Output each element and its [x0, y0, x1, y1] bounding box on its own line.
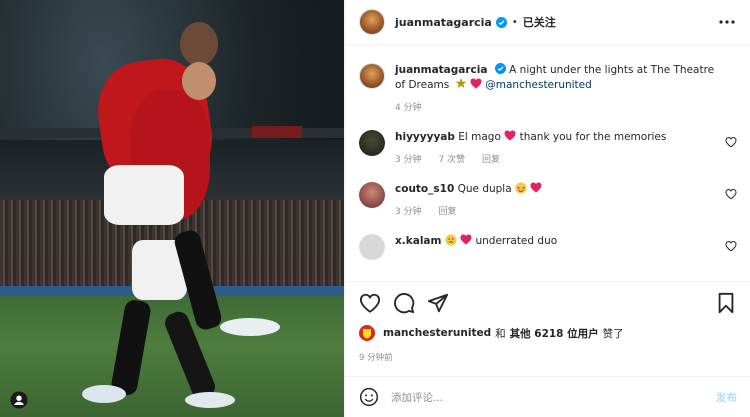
verified-badge-icon — [495, 16, 507, 28]
emoji-picker-icon[interactable] — [359, 387, 379, 407]
star-struck-emoji-icon — [515, 182, 527, 194]
comment-text: El mago — [458, 131, 501, 143]
red-heart-emoji-icon — [460, 234, 472, 245]
comment-input[interactable]: 添加评论... — [391, 390, 443, 405]
likes-summary: manchesterunited 和 其他 6218 位用户 赞了 — [359, 325, 624, 341]
post-side-panel: juanmatagarcia • 已关注 juanmatagarcia A ni… — [344, 0, 750, 417]
scoreboard — [252, 126, 302, 138]
comment-text: Que dupla — [457, 183, 512, 195]
more-options-button[interactable] — [718, 13, 736, 31]
action-bar — [345, 281, 750, 323]
avatar[interactable] — [359, 9, 385, 35]
comment-text: thank you for the memories — [519, 131, 667, 143]
caption-username[interactable]: juanmatagarcia — [395, 64, 487, 76]
red-heart-emoji-icon — [504, 130, 516, 141]
likes-conj: 和 — [495, 327, 506, 340]
more-dots-icon — [719, 20, 735, 24]
star-emoji-icon — [455, 78, 466, 88]
player-boot — [185, 392, 235, 408]
comment-item: couto_s10 Que dupla 3 分钟 回复 — [359, 182, 737, 220]
comment-username[interactable]: couto_s10 — [395, 183, 454, 195]
caption-time: 4 分钟 — [395, 103, 422, 113]
comment-username[interactable]: x.kalam — [395, 235, 441, 247]
manchester-united-crest-icon[interactable] — [359, 325, 375, 341]
caption: juanmatagarcia A night under the lights … — [359, 63, 737, 116]
player-boot — [220, 318, 280, 336]
player-head — [182, 62, 216, 100]
mention-link[interactable]: @manchesterunited — [485, 79, 592, 91]
comment-item: x.kalam underrated duo — [359, 234, 737, 260]
reply-button[interactable]: 回复 — [438, 207, 456, 217]
separator-dot: • — [511, 16, 518, 28]
comments-area[interactable]: juanmatagarcia A night under the lights … — [345, 45, 750, 281]
post-modal: juanmatagarcia • 已关注 juanmatagarcia A ni… — [0, 0, 750, 417]
avatar[interactable] — [359, 182, 385, 208]
comment-icon[interactable] — [393, 292, 415, 314]
sad-face-emoji-icon — [445, 234, 457, 246]
like-comment-icon[interactable] — [725, 136, 737, 148]
avatar[interactable] — [359, 234, 385, 260]
author-username[interactable]: juanmatagarcia — [395, 16, 492, 29]
liked-by-others[interactable]: 其他 6218 位用户 — [510, 326, 599, 341]
red-heart-emoji-icon — [470, 78, 482, 89]
crest-shape-icon — [363, 328, 371, 338]
likes-suffix: 赞了 — [602, 327, 624, 340]
post-header: juanmatagarcia • 已关注 — [345, 0, 750, 45]
comment-likes[interactable]: 7 次赞 — [438, 155, 465, 165]
red-heart-emoji-icon — [530, 182, 542, 193]
player-boot — [82, 385, 126, 403]
player-head — [180, 22, 218, 66]
comment-item: hiyyyyyab El mago thank you for the memo… — [359, 130, 737, 168]
post-photo[interactable] — [0, 0, 344, 417]
avatar[interactable] — [359, 130, 385, 156]
player-shorts — [104, 165, 184, 225]
comment-time: 3 分钟 — [395, 207, 422, 217]
reply-button[interactable]: 回复 — [482, 155, 500, 165]
avatar[interactable] — [359, 63, 385, 89]
post-timestamp: 9 分钟前 — [359, 353, 393, 363]
like-heart-icon[interactable] — [359, 292, 381, 314]
like-comment-icon[interactable] — [725, 188, 737, 200]
add-comment-bar: 添加评论... 发布 — [345, 376, 750, 417]
following-button[interactable]: 已关注 — [523, 14, 556, 30]
comment-time: 3 分钟 — [395, 155, 422, 165]
save-bookmark-icon[interactable] — [715, 292, 737, 314]
comment-username[interactable]: hiyyyyyab — [395, 131, 455, 143]
liked-by-username[interactable]: manchesterunited — [383, 327, 491, 339]
like-comment-icon[interactable] — [725, 240, 737, 252]
post-comment-button[interactable]: 发布 — [716, 390, 737, 405]
share-paper-plane-icon[interactable] — [427, 292, 449, 314]
comment-text: underrated duo — [475, 235, 558, 247]
tagged-user-icon[interactable] — [10, 391, 28, 409]
verified-badge-icon — [494, 63, 506, 74]
